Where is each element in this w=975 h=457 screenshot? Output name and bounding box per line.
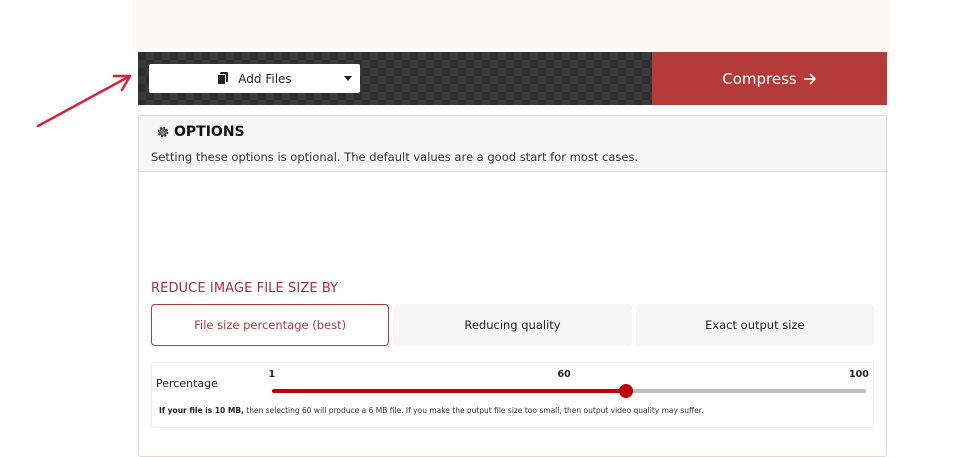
slider-label: Percentage (156, 377, 218, 390)
slider-help-text: If your file is 10 MB, then selecting 60… (159, 406, 704, 415)
slider-help-rest: then selecting 60 will produce a 6 MB fi… (243, 406, 704, 415)
options-description: Setting these options is optional. The d… (151, 150, 639, 164)
upload-drop-area: Add Files (138, 52, 652, 105)
options-title-text: OPTIONS (174, 124, 245, 140)
annotation-arrow-icon (36, 74, 132, 128)
slider-help-bold: If your file is 10 MB, (159, 406, 244, 415)
compress-button[interactable]: Compress (652, 52, 887, 105)
options-title: OPTIONS (156, 124, 245, 140)
percentage-slider[interactable] (272, 384, 866, 398)
gear-icon (157, 126, 169, 138)
tab-exact-output-size[interactable]: Exact output size (635, 304, 874, 346)
arrow-right-icon (803, 72, 816, 85)
add-files-label: Add Files (238, 71, 292, 86)
reduce-section-title: REDUCE IMAGE FILE SIZE BY (151, 281, 339, 296)
chevron-down-icon[interactable] (344, 76, 352, 81)
slider-value-label: 60 (557, 369, 571, 380)
slider-min-label: 1 (268, 369, 276, 380)
add-files-button[interactable]: Add Files (149, 64, 360, 93)
options-panel: OPTIONS Setting these options is optiona… (138, 115, 887, 457)
slider-max-label: 100 (849, 369, 869, 380)
tab-reducing-quality[interactable]: Reducing quality (393, 304, 632, 346)
file-icon (217, 72, 229, 85)
compress-label: Compress (722, 69, 797, 88)
slider-fill (272, 389, 626, 393)
percentage-slider-panel: Percentage 1 60 100 If your file is 10 M… (151, 362, 874, 428)
top-banner-area (132, 0, 891, 50)
options-header: OPTIONS Setting these options is optiona… (139, 116, 886, 172)
slider-thumb[interactable] (619, 384, 633, 398)
tab-file-size-percentage[interactable]: File size percentage (best) (151, 304, 390, 346)
upload-toolbar: Add Files Compress (138, 52, 887, 105)
reduce-mode-tabs: File size percentage (best) Reducing qua… (151, 304, 874, 346)
